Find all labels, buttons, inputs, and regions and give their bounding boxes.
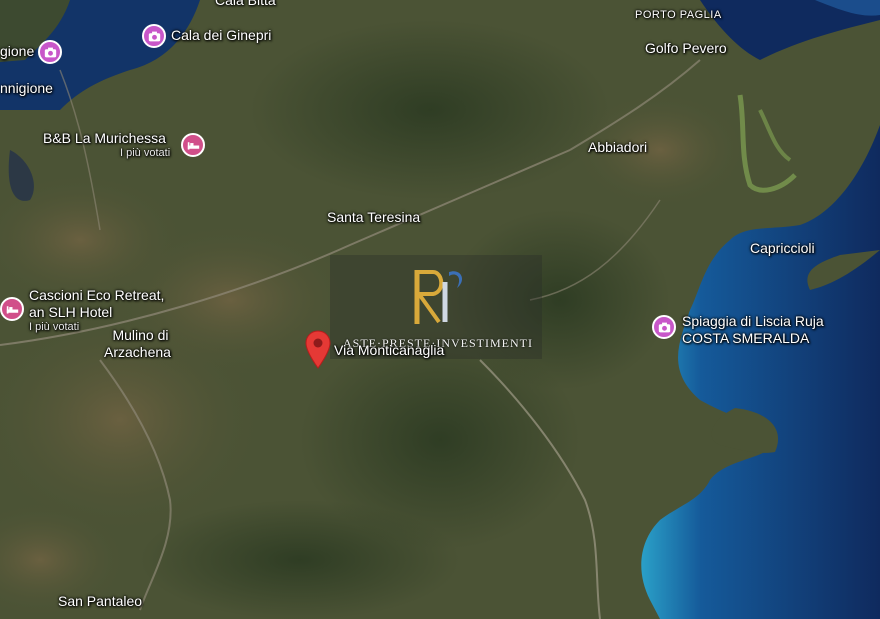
poi-gione[interactable] [38,40,62,64]
poi-name-cascioni-line2: an SLH Hotel [29,304,113,320]
place-label-santa-teresina: Santa Teresina [327,209,421,225]
camera-icon [658,322,670,332]
place-label-san-pantaleo: San Pantaleo [58,593,143,609]
poi-label-cascioni: Cascioni Eco Retreat, an SLH Hotel I più… [29,287,164,334]
poi-cala-dei-ginepri[interactable] [142,24,166,48]
place-label-golfo-pevero: Golfo Pevero [645,40,727,56]
place-label-cala-dei-ginepri: Cala dei Ginepri [171,27,272,43]
place-label-abbiadori: Abbiadori [588,139,648,155]
bed-icon [187,141,199,150]
poi-cascioni-eco-retreat[interactable] [0,297,24,321]
poi-name-spiaggia-line2: COSTA SMERALDA [682,330,810,346]
place-label-capriccioli: Capriccioli [750,240,815,256]
map-pin-icon[interactable] [305,330,331,370]
bed-icon [6,305,18,314]
camera-icon [44,47,56,57]
place-label-cala-bitta: Cala Bitta [215,0,276,8]
poi-spiaggia-liscia-ruja[interactable] [652,315,676,339]
logo-icon [414,270,463,324]
poi-bb-la-murichessa[interactable] [181,133,205,157]
poi-name-bb: B&B La Murichessa [43,130,166,146]
place-label-gione: gione [0,43,35,59]
poi-label-bb-la-murichessa: B&B La Murichessa I più votati [43,130,170,160]
pin-label-via-monticanaglia: Via Monticanaglia [334,342,445,358]
poi-name-cascioni-line1: Cascioni Eco Retreat, [29,287,165,303]
place-label-mulino-line2: Arzachena [104,344,171,360]
camera-icon [148,31,160,41]
poi-sub-bb: I più votati [120,147,171,159]
poi-name-spiaggia-line1: Spiaggia di Liscia Ruja [682,313,824,329]
place-label-nnigione: nnigione [0,80,53,96]
satellite-map[interactable]: ASTE·PRESTE·INVESTIMENTI Cala Bitta PORT… [0,0,880,619]
poi-sub-cascioni: I più votati [29,321,80,333]
poi-label-spiaggia: Spiaggia di Liscia Ruja COSTA SMERALDA [682,313,824,347]
place-label-porto-paglia: PORTO PAGLIA [635,9,722,21]
